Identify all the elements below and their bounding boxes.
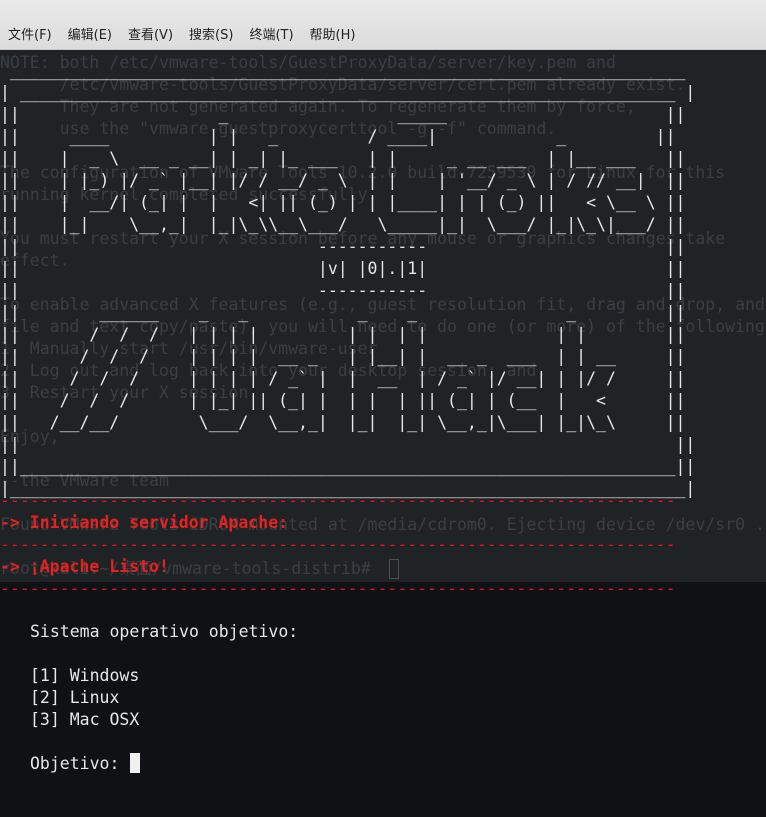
menu-bar: 文件(F) 编辑(E) 查看(V) 搜索(S) 终端(T) 帮助(H) — [0, 0, 766, 50]
status-apache-ready: -> ¡Apache Listo! — [0, 557, 169, 576]
background-cursor — [389, 559, 399, 579]
menu-view[interactable]: 查看(V) — [120, 27, 181, 45]
option-linux: [2] Linux — [30, 688, 120, 707]
separator-line: ----------------------------------------… — [0, 535, 676, 554]
menu-help[interactable]: 帮助(H) — [302, 27, 364, 45]
status-starting-apache: -> Iniciando servidor Apache: — [0, 513, 289, 532]
input-cursor[interactable] — [130, 753, 140, 773]
menu-search[interactable]: 搜索(S) — [181, 27, 241, 45]
menu-file[interactable]: 文件(F) — [0, 27, 60, 45]
separator-line: ----------------------------------------… — [0, 579, 676, 598]
menu-title: Sistema operativo objetivo: — [30, 622, 299, 641]
prompt-label: Objetivo: — [30, 754, 120, 773]
ascii-banner: ________________________________________… — [0, 61, 696, 498]
separator-line: ----------------------------------------… — [0, 491, 676, 510]
option-windows: [1] Windows — [30, 666, 140, 685]
menu-items: 文件(F) 编辑(E) 查看(V) 搜索(S) 终端(T) 帮助(H) — [0, 27, 363, 45]
menu-terminal[interactable]: 终端(T) — [241, 27, 301, 45]
terminal-window[interactable]: NOTE: both /etc/vmware-tools/GuestProxyD… — [0, 50, 766, 817]
menu-edit[interactable]: 编辑(E) — [60, 27, 120, 45]
option-macosx: [3] Mac OSX — [30, 710, 140, 729]
